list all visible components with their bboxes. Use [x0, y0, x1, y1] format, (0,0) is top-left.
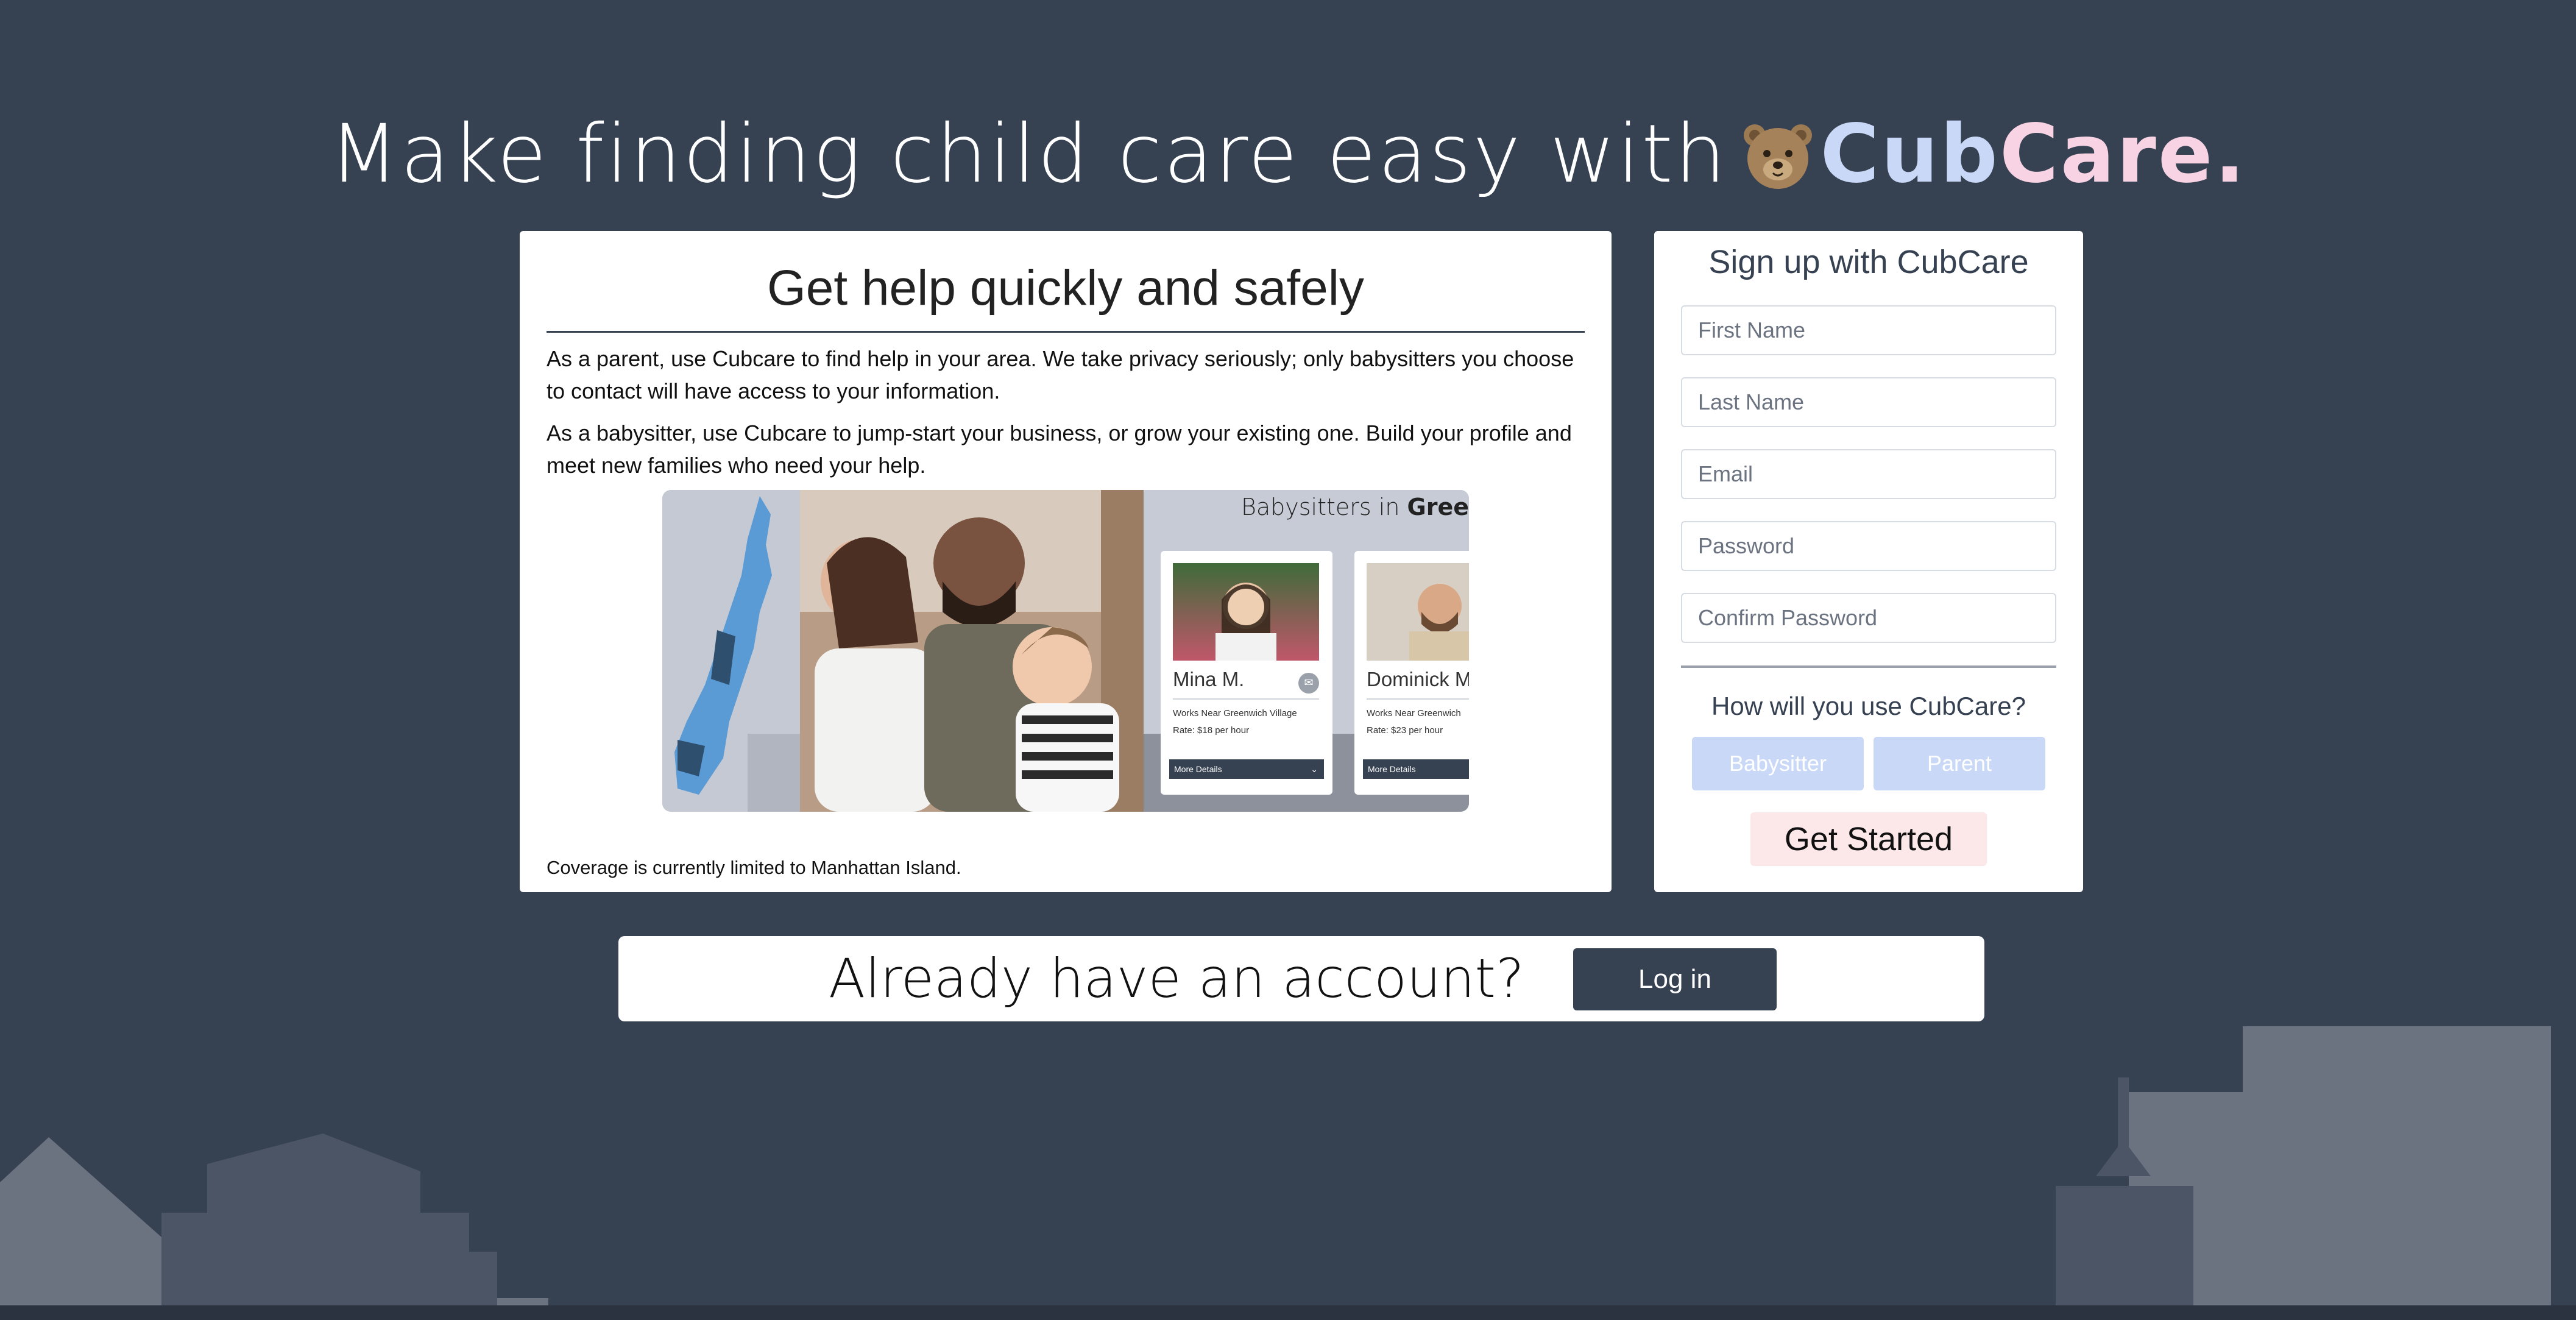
babysitter-rate: Rate: $18 per hour — [1173, 725, 1250, 736]
more-details-label: More Details — [1368, 764, 1416, 774]
chevron-down-icon: ⌄ — [1311, 764, 1318, 774]
brand-name-text: CubCare — [1821, 107, 2215, 201]
signup-divider — [1681, 665, 2056, 668]
last-name-field[interactable] — [1681, 377, 2056, 427]
get-started-button[interactable]: Get Started — [1750, 812, 1987, 866]
card-divider — [1367, 698, 1469, 700]
signup-panel: Sign up with CubCare How will you use Cu… — [1654, 231, 2083, 892]
footer-strip — [0, 1305, 2576, 1320]
brand-name-cub: Cub — [1820, 107, 2000, 201]
babysitter-card: Dominick M Works Near Greenwich Rate: $2… — [1354, 551, 1469, 795]
skyline-right — [2056, 1026, 2551, 1320]
preview-banner-place: Gree — [1407, 494, 1469, 520]
preview-banner: Babysitters in Gree — [1241, 494, 1469, 520]
babysitter-location: Works Near Greenwich — [1367, 708, 1461, 719]
parent-button[interactable]: Parent — [1874, 737, 2045, 790]
babysitter-card: Mina M. ✉ Works Near Greenwich Village R… — [1161, 551, 1332, 795]
signup-title: Sign up with CubCare — [1708, 244, 2029, 280]
more-details-button[interactable]: More Details ⌄ — [1169, 759, 1324, 779]
password-field[interactable] — [1681, 521, 2056, 571]
info-title: Get help quickly and safely — [767, 260, 1364, 316]
brand-dot: . — [2214, 107, 2247, 201]
preview-image: Babysitters in Gree Mina M. ✉ Works Near… — [662, 490, 1469, 812]
babysitter-button[interactable]: Babysitter — [1692, 737, 1864, 790]
usage-question: How will you use CubCare? — [1711, 692, 2026, 720]
card-divider — [1173, 698, 1319, 700]
babysitter-photo — [1173, 563, 1319, 661]
babysitter-description: As a babysitter, use Cubcare to jump-sta… — [547, 420, 1572, 478]
more-details-button[interactable]: More Details — [1363, 759, 1469, 779]
brand-name: CubCare — [1821, 107, 2215, 201]
confirm-password-field[interactable] — [1681, 593, 2056, 643]
page-headline: Make finding child care easy with CubCar… — [0, 107, 2576, 201]
info-panel: Get help quickly and safely As a parent,… — [520, 231, 1612, 892]
skyline-left — [0, 1134, 548, 1320]
babysitter-photo — [1367, 563, 1469, 661]
babysitter-name: Mina M. — [1173, 668, 1245, 690]
headline-text: Make finding child care easy with — [329, 107, 1728, 201]
first-name-field[interactable] — [1681, 305, 2056, 355]
envelope-icon[interactable]: ✉ — [1298, 673, 1319, 694]
coverage-note: Coverage is currently limited to Manhatt… — [547, 857, 961, 878]
email-field[interactable] — [1681, 449, 2056, 499]
brand-name-care: Care — [1999, 107, 2215, 201]
babysitter-location: Works Near Greenwich Village — [1173, 708, 1297, 719]
preview-banner-prefix: Babysitters in — [1240, 494, 1400, 520]
log-in-button[interactable]: Log in — [1573, 948, 1777, 1010]
parent-description: As a parent, use Cubcare to find help in… — [547, 346, 1574, 403]
more-details-label: More Details — [1174, 764, 1222, 774]
login-bar: Already have an account? Log in — [618, 936, 1984, 1021]
babysitter-name: Dominick M — [1367, 668, 1469, 690]
info-divider — [547, 331, 1585, 333]
bear-face-icon — [1741, 118, 1814, 191]
login-question: Already have an account? — [829, 947, 1524, 1010]
babysitter-rate: Rate: $23 per hour — [1367, 725, 1443, 736]
